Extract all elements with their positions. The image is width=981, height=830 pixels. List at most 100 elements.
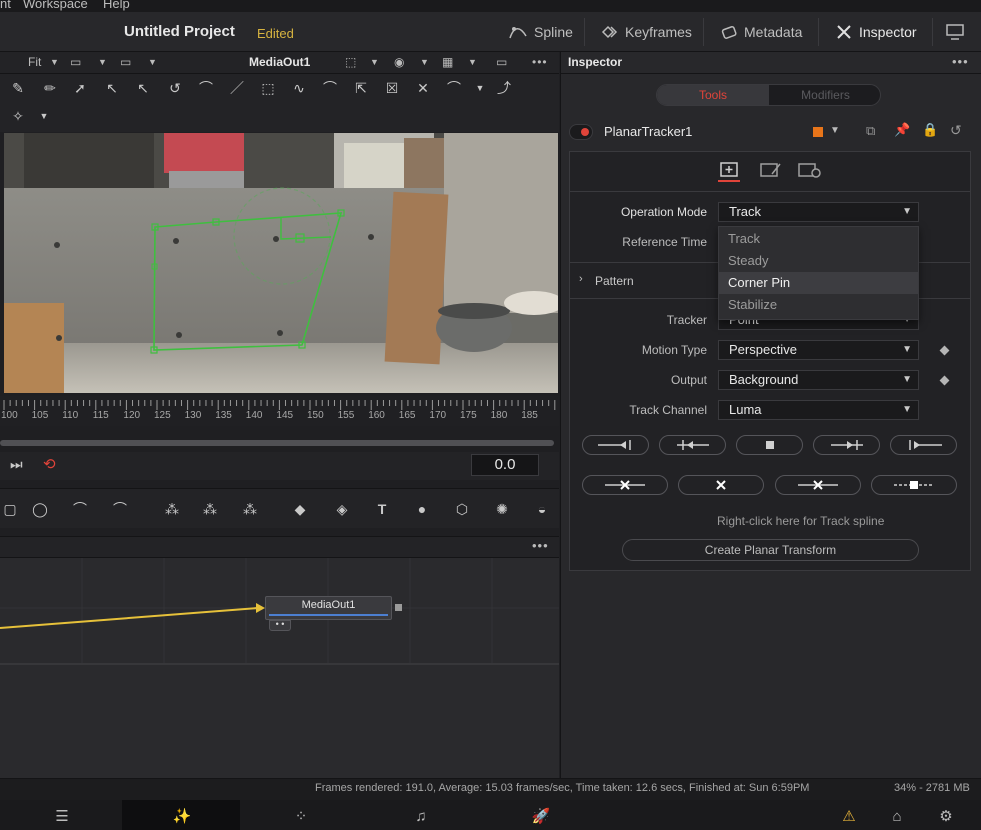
settings-gear-icon[interactable]: ⚙ — [935, 806, 957, 826]
track-spline-hint[interactable]: Right-click here for Track spline — [717, 514, 884, 528]
shape3d-icon[interactable]: ◆ — [290, 499, 310, 519]
inspector-button[interactable]: Inspector — [835, 20, 917, 44]
ellipse-mask-icon[interactable]: ◯ — [30, 499, 50, 519]
chevron-down-icon[interactable]: ▼ — [34, 106, 54, 126]
metadata-button[interactable]: Metadata — [720, 20, 802, 44]
spline-tool-icon[interactable]: ∿ — [289, 78, 309, 98]
versions-icon[interactable]: ⧉ — [866, 123, 875, 139]
particle-style-icon[interactable]: ⁂ — [240, 499, 260, 519]
magic-wand-icon[interactable]: ✧ — [8, 106, 28, 126]
tracker-pin-icon[interactable]: ✎ — [8, 78, 28, 98]
text3d-icon[interactable]: T — [372, 499, 392, 519]
go-to-end-icon[interactable]: ⏭ — [10, 456, 23, 473]
light3d-icon[interactable]: ✺ — [492, 499, 512, 519]
node-viewer-indicator[interactable]: • • — [269, 620, 291, 631]
fusion-page-icon[interactable]: ✨ — [171, 806, 193, 826]
delete-point-icon[interactable]: ☒ — [382, 78, 402, 98]
reset-icon[interactable]: ↺ — [950, 122, 962, 139]
color-page-icon[interactable]: ⁘ — [290, 806, 312, 826]
tab-settings-paint[interactable] — [758, 160, 784, 182]
smooth-icon[interactable]: ⌒ — [444, 78, 464, 98]
delete-track-before-button[interactable] — [582, 475, 668, 495]
warning-icon[interactable]: ⚠ — [838, 806, 860, 826]
set-reference-button[interactable] — [871, 475, 957, 495]
option-stabilize[interactable]: Stabilize — [719, 294, 918, 316]
output-combo[interactable]: Background ▼ — [718, 370, 919, 390]
bspline-mask-icon[interactable]: ⌒ — [110, 499, 130, 519]
rectangle-mask-icon[interactable]: ▢ — [0, 499, 20, 519]
more-options-icon[interactable]: ••• — [532, 538, 549, 553]
fairlight-page-icon[interactable]: ♫ — [410, 806, 432, 826]
lasso-icon[interactable]: ↺ — [165, 78, 185, 98]
pattern-section[interactable]: Pattern — [595, 274, 634, 288]
camera3d-icon[interactable]: ⬡ — [452, 499, 472, 519]
menu-item-workspace[interactable]: Workspace — [23, 0, 88, 11]
polygon-mask-icon[interactable]: ⌒ — [70, 499, 90, 519]
keyframes-button[interactable]: Keyframes — [601, 20, 692, 44]
particle-render-icon[interactable]: ⁂ — [200, 499, 220, 519]
fullscreen-button[interactable] — [945, 20, 965, 44]
line-icon[interactable]: ／ — [227, 78, 247, 98]
delete-track-after-button[interactable] — [775, 475, 861, 495]
edit-page-icon[interactable]: ☰ — [51, 806, 73, 826]
linear-icon[interactable]: ⤴ — [494, 78, 514, 98]
node-editor-canvas[interactable] — [0, 558, 559, 778]
curve-icon[interactable]: ⌒ — [196, 78, 216, 98]
viewer-canvas[interactable] — [4, 133, 558, 393]
loop-icon[interactable]: ⟲ — [43, 455, 56, 473]
stop-tracking-button[interactable] — [736, 435, 803, 455]
track-to-end-button[interactable] — [890, 435, 957, 455]
layout-icon[interactable]: ▭ — [70, 55, 81, 69]
option-track[interactable]: Track — [719, 228, 918, 250]
bezier-icon[interactable]: ⌒ — [320, 78, 340, 98]
color-channel-icon[interactable]: ◉ — [394, 55, 404, 69]
track-to-start-button[interactable] — [582, 435, 649, 455]
chevron-down-icon[interactable]: ▼ — [470, 78, 490, 98]
timecode-field[interactable]: 0.0 — [471, 454, 539, 476]
pointer-add-icon[interactable]: ↖ — [133, 78, 153, 98]
tab-settings[interactable] — [797, 160, 823, 182]
view-options-icon[interactable]: ▭ — [120, 55, 131, 69]
tool-enable-toggle[interactable] — [569, 124, 593, 140]
tab-tools[interactable]: Tools — [657, 85, 769, 105]
safe-area-icon[interactable]: ▭ — [496, 55, 507, 69]
grid-icon[interactable]: ▦ — [442, 55, 453, 69]
motion-type-combo[interactable]: Perspective ▼ — [718, 340, 919, 360]
timeline-scrubber[interactable] — [0, 440, 554, 446]
pin-icon[interactable]: 📌 — [894, 122, 910, 138]
option-corner-pin[interactable]: Corner Pin — [719, 272, 918, 294]
lock-icon[interactable]: 🔒 — [922, 122, 938, 138]
point-icon[interactable]: ✕ — [413, 78, 433, 98]
more-options-icon[interactable]: ••• — [952, 54, 969, 69]
transform-icon[interactable]: ⇱ — [351, 78, 371, 98]
roi-icon[interactable]: ⬚ — [345, 55, 356, 69]
more-options-icon[interactable]: ••• — [532, 55, 548, 69]
spline-button[interactable]: Spline — [508, 20, 573, 44]
pointer-icon[interactable]: ↖ — [102, 78, 122, 98]
track-channel-combo[interactable]: Luma ▼ — [718, 400, 919, 420]
frame-ruler[interactable]: 100 105 110 115 120 125 130 135 140 145 150 155 160 1… — [0, 396, 562, 426]
renderer3d-icon[interactable]: ● — [412, 499, 432, 519]
select-pointer-icon[interactable]: ➚ — [70, 78, 90, 98]
operation-mode-combo[interactable]: Track ▼ — [718, 202, 919, 222]
track-backward-button[interactable] — [659, 435, 726, 455]
menu-item-edit[interactable]: nt — [0, 0, 11, 11]
deliver-page-icon[interactable]: 🚀 — [530, 806, 552, 826]
option-steady[interactable]: Steady — [719, 250, 918, 272]
tab-controls[interactable] — [718, 160, 740, 182]
delete-track-button[interactable] — [678, 475, 764, 495]
chevron-down-icon[interactable]: ▼ — [830, 125, 840, 136]
tab-modifiers[interactable]: Modifiers — [769, 85, 880, 105]
chevron-right-icon[interactable]: › — [579, 273, 583, 285]
create-planar-transform-button[interactable]: Create Planar Transform — [622, 539, 919, 561]
menu-item-help[interactable]: Help — [103, 0, 130, 11]
box-select-icon[interactable]: ⬚ — [258, 78, 278, 98]
image-plane-icon[interactable]: ◒ — [532, 499, 552, 519]
mediaout-node[interactable]: MediaOut1 — [265, 596, 392, 620]
fit-dropdown[interactable]: Fit — [28, 55, 41, 69]
home-icon[interactable]: ⌂ — [886, 806, 908, 826]
tool-color-swatch[interactable] — [813, 127, 823, 137]
pen-icon[interactable]: ✏ — [40, 78, 60, 98]
particle-emitter-icon[interactable]: ⁂ — [162, 499, 182, 519]
merge3d-icon[interactable]: ◈ — [332, 499, 352, 519]
